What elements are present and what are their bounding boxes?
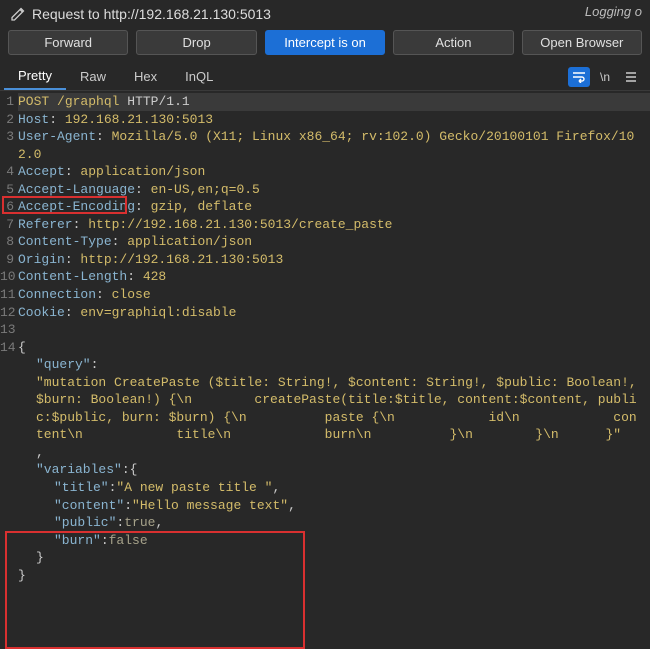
- http-protocol: HTTP/1.1: [127, 94, 189, 109]
- tab-icon-group: \n: [568, 67, 646, 87]
- json-value: "A new paste title ": [116, 480, 272, 495]
- header-key: Host: [18, 112, 49, 127]
- json-value: true: [124, 515, 155, 530]
- header-key: Content-Type: [18, 234, 112, 249]
- wrap-icon[interactable]: [568, 67, 590, 87]
- header-value: http://192.168.21.130:5013/create_paste: [88, 217, 392, 232]
- json-key: "query": [36, 357, 91, 372]
- header-key: Connection: [18, 287, 96, 302]
- tab-raw[interactable]: Raw: [66, 64, 120, 89]
- header-value: http://192.168.21.130:5013: [80, 252, 283, 267]
- json-key: "burn": [54, 533, 101, 548]
- header-value: gzip, deflate: [151, 199, 252, 214]
- header-key: Content-Length: [18, 269, 127, 284]
- header-key: Origin: [18, 252, 65, 267]
- json-key: "content": [54, 498, 124, 513]
- intercept-toggle-button[interactable]: Intercept is on: [265, 30, 385, 55]
- header-key: Cookie: [18, 305, 65, 320]
- action-button-row: Forward Drop Intercept is on Action Open…: [0, 30, 650, 63]
- tab-inql[interactable]: InQL: [171, 64, 227, 89]
- http-method: POST: [18, 94, 49, 109]
- tab-hex[interactable]: Hex: [120, 64, 171, 89]
- json-key: "public": [54, 515, 116, 530]
- action-button[interactable]: Action: [393, 30, 513, 55]
- json-value: "Hello message text": [132, 498, 288, 513]
- request-editor[interactable]: 1POST /graphql HTTP/1.1 2Host: 192.168.2…: [0, 91, 650, 584]
- header-key: Accept-Encoding: [18, 199, 135, 214]
- header-value: 428: [143, 269, 166, 284]
- pencil-icon: [10, 6, 26, 22]
- header-key: Accept-Language: [18, 182, 135, 197]
- forward-button[interactable]: Forward: [8, 30, 128, 55]
- header-key: Referer: [18, 217, 73, 232]
- header-value: env=graphiql:disable: [80, 305, 236, 320]
- open-browser-button[interactable]: Open Browser: [522, 30, 642, 55]
- header-value: close: [112, 287, 151, 302]
- header-value: application/json: [127, 234, 252, 249]
- header-value: application/json: [80, 164, 205, 179]
- header-value: Mozilla/5.0 (X11; Linux x86_64; rv:102.0…: [18, 129, 634, 162]
- header-value: en-US,en;q=0.5: [151, 182, 260, 197]
- json-key: "title": [54, 480, 109, 495]
- json-query-value: "mutation CreatePaste ($title: String!, …: [18, 374, 644, 444]
- http-path: /graphql: [57, 94, 119, 109]
- status-text: Logging o: [585, 4, 642, 19]
- header-value: 192.168.21.130:5013: [65, 112, 213, 127]
- drop-button[interactable]: Drop: [136, 30, 256, 55]
- json-key: "variables": [36, 462, 122, 477]
- json-value: false: [109, 533, 148, 548]
- hamburger-icon[interactable]: [620, 67, 642, 87]
- title-bar: Request to http://192.168.21.130:5013: [0, 0, 650, 30]
- header-key: Accept: [18, 164, 65, 179]
- request-title: Request to http://192.168.21.130:5013: [32, 6, 271, 22]
- tab-pretty[interactable]: Pretty: [4, 63, 66, 90]
- newline-icon[interactable]: \n: [594, 67, 616, 87]
- view-tabs: Pretty Raw Hex InQL \n: [0, 63, 650, 91]
- header-key: User-Agent: [18, 129, 96, 144]
